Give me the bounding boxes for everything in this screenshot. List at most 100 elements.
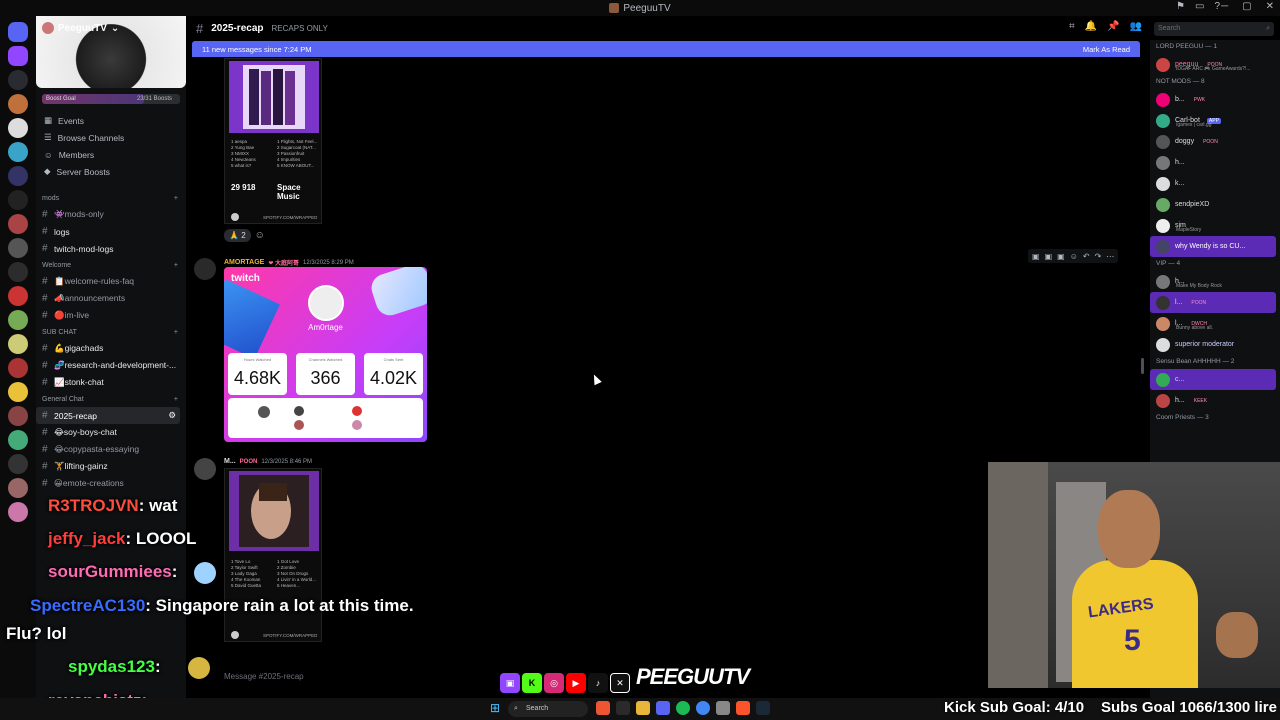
member-row[interactable]: l... DWCH Bunny above all. bbox=[1150, 313, 1280, 334]
windows-start-icon[interactable]: ⊞ bbox=[490, 701, 502, 715]
add-reaction-icon[interactable]: ☺ bbox=[255, 230, 265, 241]
channel-2025-recap[interactable]: #2025-recap ⚙ bbox=[36, 407, 180, 424]
member-row[interactable]: doggy POON bbox=[1150, 131, 1280, 152]
app-icon[interactable] bbox=[716, 701, 730, 715]
mark-as-read-button[interactable]: Mark As Read bbox=[1083, 45, 1130, 54]
member-row[interactable]: sendpieXD bbox=[1150, 194, 1280, 215]
search-input[interactable]: Search ⌕ bbox=[1154, 22, 1274, 36]
server-icon[interactable] bbox=[8, 190, 28, 210]
spotify-wrapped-image[interactable]: 1 aespa 2 Yung Bae 3 NMIXX 4 NewJeans 5 … bbox=[224, 58, 322, 224]
category-welcome[interactable]: Welcome + bbox=[36, 257, 186, 273]
server-icon[interactable] bbox=[8, 454, 28, 474]
server-icon[interactable] bbox=[8, 430, 28, 450]
boost-goal-bar[interactable]: Boost Goal 23/31 Boosts bbox=[42, 94, 180, 104]
threads-icon[interactable]: ⌗ bbox=[1069, 21, 1075, 32]
add-channel-icon[interactable]: + bbox=[174, 329, 178, 336]
server-icon[interactable] bbox=[8, 238, 28, 258]
more-icon[interactable]: ⋯ bbox=[1106, 252, 1114, 261]
channel-stonk-chat[interactable]: # 📈stonk-chat bbox=[36, 374, 186, 391]
folder-icon[interactable] bbox=[8, 70, 28, 90]
member-row[interactable]: sim MapleStory bbox=[1150, 215, 1280, 236]
member-row[interactable]: superior moderator bbox=[1150, 334, 1280, 355]
server-icon[interactable] bbox=[8, 214, 28, 234]
add-reaction-icon[interactable]: ☺ bbox=[1070, 252, 1078, 261]
reaction-icon[interactable]: ▣ bbox=[1057, 252, 1065, 261]
channel-soy-boys-chat[interactable]: # 😂soy-boys-chat bbox=[36, 424, 186, 441]
folder-icon[interactable] bbox=[636, 701, 650, 715]
taskbar-search[interactable]: ⌕ Search bbox=[508, 701, 588, 717]
reply-icon[interactable]: ↶ bbox=[1083, 252, 1090, 261]
channel-research[interactable]: # 🧬research-and-development-... bbox=[36, 357, 186, 374]
events-link[interactable]: ▦ Events bbox=[36, 112, 186, 129]
twitch-server-icon[interactable] bbox=[8, 46, 28, 66]
member-row[interactable]: Carl-bot APP/games | carl.gg bbox=[1150, 110, 1280, 131]
server-icon[interactable] bbox=[8, 358, 28, 378]
avatar[interactable] bbox=[194, 258, 216, 280]
server-icon[interactable] bbox=[8, 502, 28, 522]
twitch-recap-image[interactable]: twitch Am0rtage Hours Watched 4.68K Chan… bbox=[224, 267, 427, 442]
member-row[interactable]: peeguu POON IDGAF ARC 🎮 GameAwards?!... bbox=[1150, 54, 1280, 75]
brave-icon[interactable] bbox=[736, 701, 750, 715]
server-icon[interactable] bbox=[8, 166, 28, 186]
app-icon[interactable] bbox=[596, 701, 610, 715]
channel-welcome-rules[interactable]: # 📋welcome-rules-faq bbox=[36, 273, 186, 290]
maximize-button[interactable]: ▢ bbox=[1242, 1, 1251, 12]
steam-icon[interactable] bbox=[756, 701, 770, 715]
member-row[interactable]: l... POON bbox=[1150, 292, 1276, 313]
member-row[interactable]: why Wendy is so CU... bbox=[1150, 236, 1276, 257]
server-icon[interactable] bbox=[8, 118, 28, 138]
server-icon[interactable] bbox=[8, 334, 28, 354]
member-row[interactable]: c... bbox=[1150, 369, 1276, 390]
close-button[interactable]: ✕ bbox=[1266, 1, 1274, 12]
channel-im-live[interactable]: # 🔴im-live bbox=[36, 307, 186, 324]
channel-mods-only[interactable]: # 👾mods-only bbox=[36, 206, 186, 223]
chat-scrollbar[interactable] bbox=[1141, 358, 1144, 374]
server-icon[interactable] bbox=[8, 142, 28, 162]
channel-lifting-gainz[interactable]: # 🏋lifting-gainz bbox=[36, 458, 186, 475]
server-name[interactable]: PeeguuTV ⌄ bbox=[42, 22, 119, 34]
category-mods[interactable]: mods + bbox=[36, 190, 186, 206]
member-row[interactable]: h... Make My Body Rock bbox=[1150, 271, 1280, 292]
server-icon[interactable] bbox=[8, 382, 28, 402]
dm-home-icon[interactable] bbox=[8, 22, 28, 42]
category-sub-chat[interactable]: SUB CHAT + bbox=[36, 324, 186, 340]
app-icon[interactable] bbox=[616, 701, 630, 715]
minimize-button[interactable]: ─ bbox=[1221, 1, 1228, 12]
avatar[interactable] bbox=[194, 458, 216, 480]
spotify-icon[interactable] bbox=[676, 701, 690, 715]
server-boosts-link[interactable]: ◆ Server Boosts bbox=[36, 163, 186, 180]
browse-channels-link[interactable]: ☰ Browse Channels bbox=[36, 129, 186, 146]
add-channel-icon[interactable]: + bbox=[174, 396, 178, 403]
pin-icon[interactable]: 📌 bbox=[1107, 21, 1119, 32]
channel-announcements[interactable]: # 📣announcements bbox=[36, 290, 186, 307]
add-channel-icon[interactable]: + bbox=[174, 262, 178, 269]
forward-icon[interactable]: ↷ bbox=[1095, 252, 1102, 261]
server-icon[interactable] bbox=[8, 94, 28, 114]
new-messages-bar[interactable]: 11 new messages since 7:24 PM Mark As Re… bbox=[192, 41, 1140, 57]
member-row[interactable]: h... bbox=[1150, 152, 1280, 173]
server-icon[interactable] bbox=[8, 262, 28, 282]
reaction-icon[interactable]: ▣ bbox=[1045, 252, 1053, 261]
member-list-icon[interactable]: 👥 bbox=[1130, 21, 1142, 32]
channel-emote-creations[interactable]: # 😀emote-creations bbox=[36, 475, 186, 492]
screen-icon[interactable]: ▭ bbox=[1195, 1, 1204, 12]
settings-icon[interactable]: ⚙ bbox=[168, 410, 176, 421]
channel-twitch-mod-logs[interactable]: # twitch-mod-logs bbox=[36, 240, 186, 257]
server-icon[interactable] bbox=[8, 286, 28, 306]
server-icon[interactable] bbox=[8, 406, 28, 426]
mute-icon[interactable]: 🔔 bbox=[1085, 21, 1097, 32]
member-row[interactable]: k... bbox=[1150, 173, 1280, 194]
inbox-icon[interactable]: ⚑ bbox=[1176, 1, 1185, 12]
help-icon[interactable]: ? bbox=[1214, 1, 1220, 12]
members-link[interactable]: ☺ Members bbox=[36, 146, 186, 163]
discord-icon[interactable] bbox=[656, 701, 670, 715]
server-icon[interactable] bbox=[8, 478, 28, 498]
add-channel-icon[interactable]: + bbox=[174, 195, 178, 202]
member-row[interactable]: b... PWK bbox=[1150, 89, 1280, 110]
chrome-icon[interactable] bbox=[696, 701, 710, 715]
member-row[interactable]: h... KEEK bbox=[1150, 390, 1280, 411]
reaction-pill[interactable]: 🙏 2 bbox=[224, 229, 251, 242]
category-general[interactable]: General Chat + bbox=[36, 391, 186, 407]
channel-logs[interactable]: # logs bbox=[36, 223, 186, 240]
reaction-icon[interactable]: ▣ bbox=[1032, 252, 1040, 261]
